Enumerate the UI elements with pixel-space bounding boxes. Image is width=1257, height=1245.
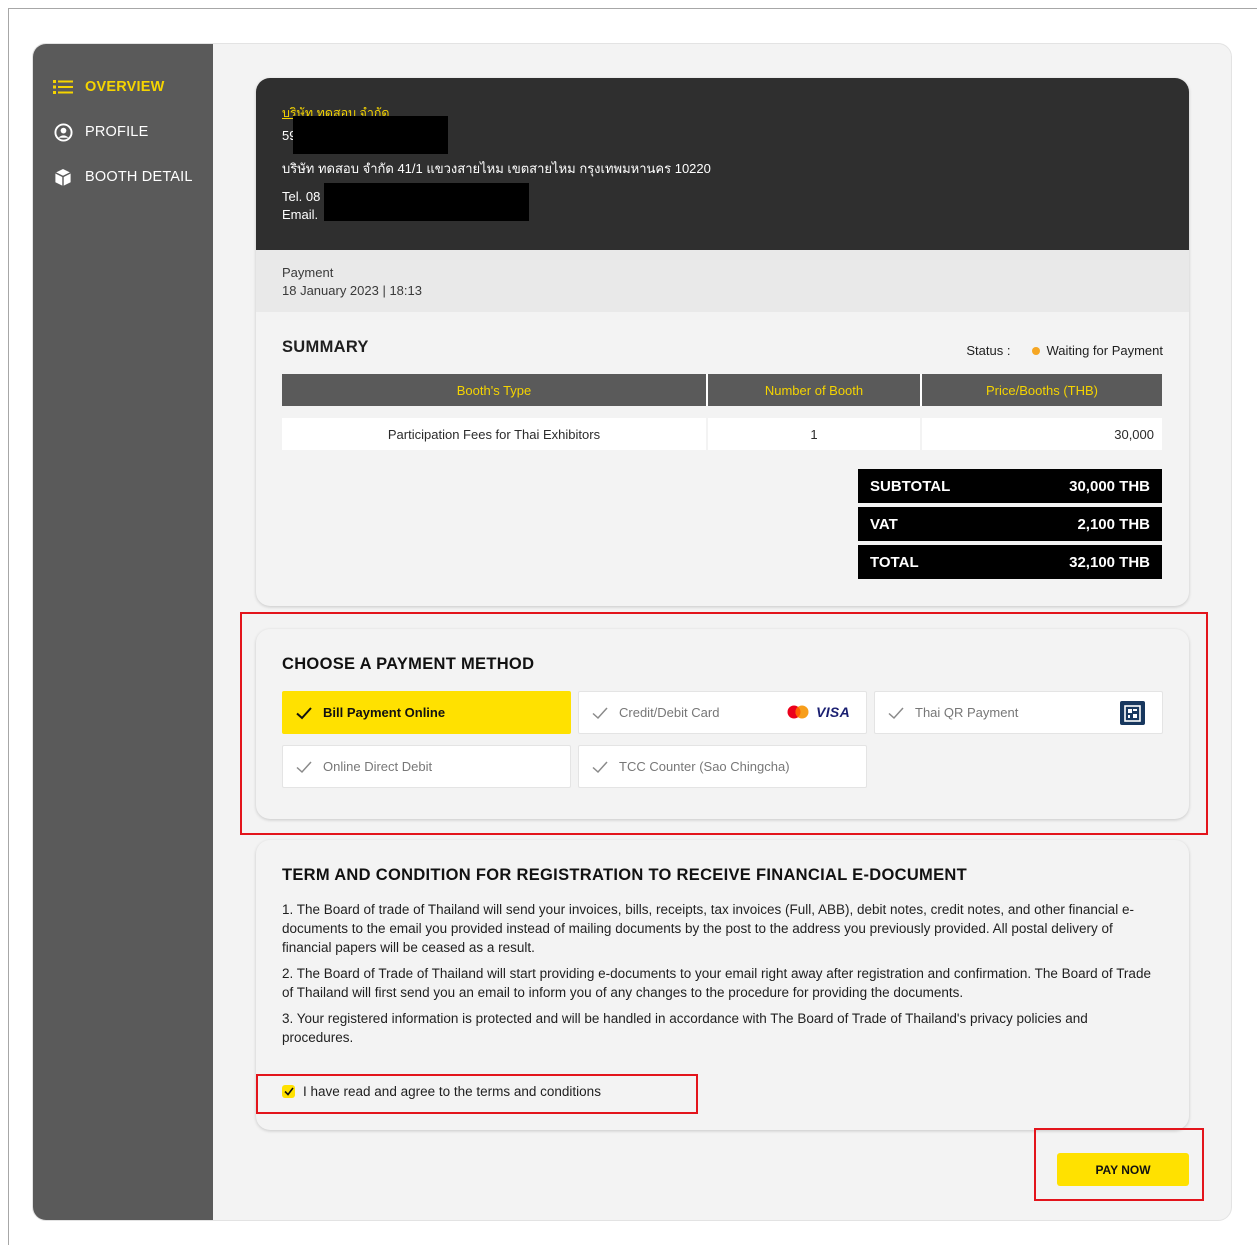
payment-option-label: Online Direct Debit: [323, 759, 433, 774]
payment-option-label: Credit/Debit Card: [619, 705, 720, 720]
grand-total-row: TOTAL 32,100 THB: [858, 545, 1162, 579]
terms-paragraph: 2. The Board of Trade of Thailand will s…: [282, 966, 1151, 1000]
payment-option-label: Thai QR Payment: [915, 705, 1019, 720]
payment-label: Payment: [282, 265, 334, 280]
payment-option-direct-debit[interactable]: Online Direct Debit: [282, 745, 571, 788]
status-value: Waiting for Payment: [1046, 343, 1163, 358]
thai-qr-icon: [1120, 701, 1145, 725]
column-header: Price/Booths (THB): [921, 374, 1162, 406]
check-icon: [887, 704, 905, 722]
list-icon: [53, 77, 73, 97]
company-address: บริษัท ทดสอบ จำกัด 41/1 แขวงสายไหม เขตสา…: [282, 161, 711, 176]
check-icon: [591, 758, 609, 776]
status-dot: [1032, 346, 1041, 355]
sidebar-item-label: PROFILE: [85, 124, 149, 140]
status-label: Status :: [966, 343, 1011, 358]
column-header: Booth's Type: [282, 374, 708, 406]
company-email: Email.: [282, 207, 319, 222]
booth-cube-icon: [53, 167, 73, 187]
check-icon: [295, 758, 313, 776]
subtotal-row: SUBTOTAL 30,000 THB: [858, 469, 1162, 503]
payment-method-title: CHOOSE A PAYMENT METHOD: [282, 655, 535, 673]
total-label: SUBTOTAL: [870, 477, 951, 495]
total-label: VAT: [870, 515, 898, 533]
total-value: 32,100 THB: [1069, 553, 1150, 571]
card-logos: VISA: [786, 704, 850, 720]
redacted-block: [324, 183, 529, 221]
totals-block: SUBTOTAL 30,000 THB VAT 2,100 THB TOTAL …: [858, 469, 1162, 583]
column-header: Number of Booth: [707, 374, 922, 406]
payment-status: Status : Waiting for Payment: [966, 343, 1163, 358]
table-header-row: Booth's Type Number of Booth Price/Booth…: [282, 374, 1162, 406]
terms-title: TERM AND CONDITION FOR REGISTRATION TO R…: [282, 866, 967, 884]
booth-price-cell: 30,000: [921, 418, 1162, 450]
payment-option-tcc-counter[interactable]: TCC Counter (Sao Chingcha): [578, 745, 867, 788]
agree-terms-label: I have read and agree to the terms and c…: [303, 1084, 601, 1099]
payment-datetime: 18 January 2023 | 18:13: [282, 283, 422, 298]
total-label: TOTAL: [870, 553, 919, 571]
check-icon: [591, 704, 609, 722]
sidebar-item-label: OVERVIEW: [85, 79, 165, 95]
table-row: Participation Fees for Thai Exhibitors 1…: [282, 418, 1162, 450]
terms-paragraph: 3. Your registered information is protec…: [282, 1011, 1088, 1045]
booth-table: Booth's Type Number of Booth Price/Booth…: [282, 374, 1162, 450]
summary-card: บริษัท ทดสอบ จำกัด 59 บริษัท ทดสอบ จำกัด…: [256, 78, 1189, 606]
agree-terms-checkbox[interactable]: I have read and agree to the terms and c…: [282, 1084, 601, 1099]
payment-method-card: CHOOSE A PAYMENT METHOD Bill Payment Onl…: [256, 629, 1189, 819]
mastercard-icon: [787, 705, 809, 719]
terms-paragraph: 1. The Board of trade of Thailand will s…: [282, 902, 1134, 955]
payment-option-thai-qr[interactable]: Thai QR Payment: [874, 691, 1163, 734]
total-value: 30,000 THB: [1069, 477, 1150, 495]
sidebar-item-booth-detail[interactable]: BOOTH DETAIL: [53, 165, 193, 189]
app-window: OVERVIEW PROFILE BOOTH DETAIL บริษัท ทดส…: [32, 43, 1232, 1221]
payment-option-label: TCC Counter (Sao Chingcha): [619, 759, 790, 774]
payment-option-bill-payment[interactable]: Bill Payment Online: [282, 691, 571, 734]
summary-title: SUMMARY: [282, 338, 369, 356]
sidebar-item-profile[interactable]: PROFILE: [53, 120, 148, 144]
vat-row: VAT 2,100 THB: [858, 507, 1162, 541]
total-value: 2,100 THB: [1077, 515, 1150, 533]
user-circle-icon: [53, 122, 73, 142]
main-content: บริษัท ทดสอบ จำกัด 59 บริษัท ทดสอบ จำกัด…: [213, 44, 1231, 1220]
checkbox-checked-icon[interactable]: [282, 1085, 295, 1098]
company-header: บริษัท ทดสอบ จำกัด 59 บริษัท ทดสอบ จำกัด…: [256, 78, 1189, 250]
company-tel: Tel. 08: [282, 189, 321, 204]
redacted-block: [293, 116, 448, 154]
booth-type-cell: Participation Fees for Thai Exhibitors: [282, 418, 708, 450]
terms-text: 1. The Board of trade of Thailand will s…: [282, 900, 1162, 1054]
check-icon: [295, 704, 313, 722]
pay-now-button[interactable]: PAY NOW: [1057, 1153, 1189, 1186]
booth-count-cell: 1: [707, 418, 922, 450]
payment-option-credit-card[interactable]: Credit/Debit Card VISA: [578, 691, 867, 734]
terms-card: TERM AND CONDITION FOR REGISTRATION TO R…: [256, 840, 1189, 1130]
payment-option-label: Bill Payment Online: [323, 705, 446, 720]
payment-info: Payment 18 January 2023 | 18:13: [256, 250, 1189, 312]
sidebar: OVERVIEW PROFILE BOOTH DETAIL: [33, 44, 213, 1220]
visa-logo: VISA: [816, 704, 850, 720]
sidebar-item-label: BOOTH DETAIL: [85, 169, 193, 185]
sidebar-item-overview[interactable]: OVERVIEW: [53, 75, 165, 99]
